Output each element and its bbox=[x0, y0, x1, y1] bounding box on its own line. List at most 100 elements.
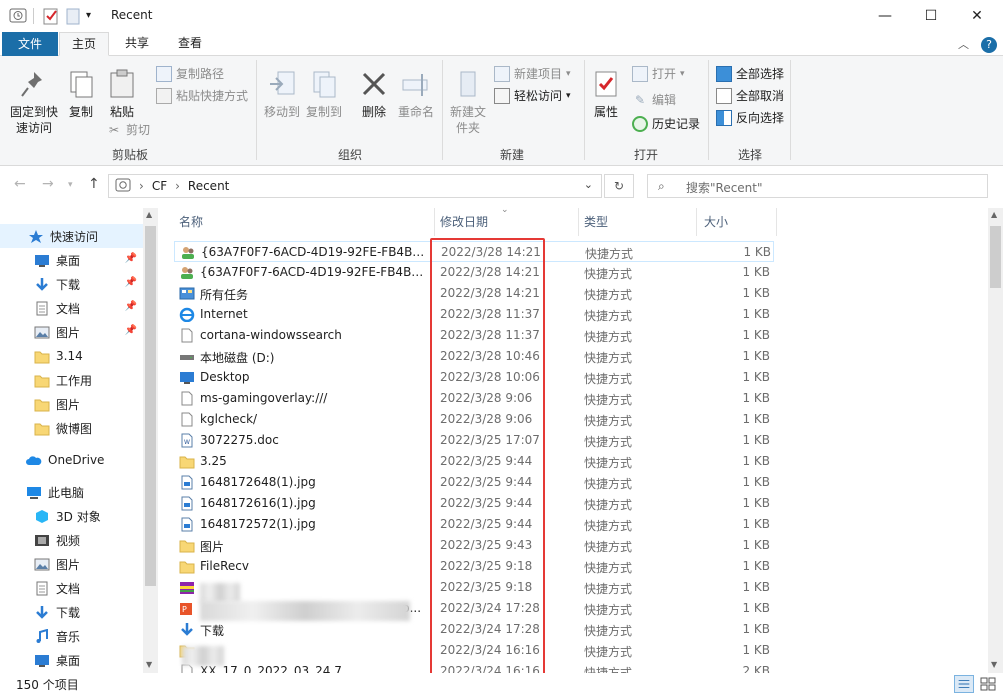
nav-item-label: 3D 对象 bbox=[56, 509, 101, 524]
select-none-button[interactable]: 全部取消 bbox=[716, 86, 784, 106]
file-size: 1 KB bbox=[742, 580, 770, 594]
up-arrow-icon[interactable]: ↑ bbox=[88, 176, 100, 192]
edit-button[interactable]: ✎ 编辑 bbox=[632, 90, 676, 110]
nav-item[interactable]: 音乐 bbox=[0, 624, 143, 648]
scroll-down-arrow-icon[interactable]: ▼ bbox=[146, 660, 152, 669]
collapse-ribbon-chevron-icon[interactable]: ︿ bbox=[958, 36, 969, 52]
sort-descending-chevron-icon: ⌄ bbox=[501, 208, 509, 215]
help-icon[interactable]: ? bbox=[981, 37, 997, 53]
search-box[interactable]: ⌕ 搜索"Recent" bbox=[647, 174, 988, 198]
file-name: FileRecv bbox=[200, 559, 249, 573]
nav-item-label: 微博图 bbox=[56, 421, 93, 436]
tab-share[interactable]: 共享 bbox=[114, 32, 160, 56]
address-bar[interactable]: › CF › Recent ⌄ bbox=[108, 174, 602, 198]
breadcrumb-cf[interactable]: CF bbox=[152, 179, 167, 193]
close-button[interactable]: ✕ bbox=[954, 0, 1000, 32]
nav-item[interactable]: 3.14 bbox=[0, 344, 143, 368]
properties-button[interactable]: 属性 bbox=[588, 68, 624, 120]
invert-selection-button[interactable]: 反向选择 bbox=[716, 108, 784, 128]
download-icon bbox=[34, 277, 50, 291]
scroll-up-arrow-icon[interactable]: ▲ bbox=[991, 210, 997, 219]
breadcrumb-recent[interactable]: Recent bbox=[188, 179, 229, 193]
file-list-scrollbar-thumb[interactable] bbox=[990, 226, 1001, 288]
nav-item[interactable]: 工作用 bbox=[0, 368, 143, 392]
details-view-icon[interactable] bbox=[954, 675, 974, 693]
address-history-chevron-icon[interactable]: ⌄ bbox=[584, 178, 593, 191]
column-header-size[interactable]: 大小 bbox=[704, 213, 728, 230]
nav-item[interactable]: 图片 bbox=[0, 392, 143, 416]
new-item-label: 新建项目 bbox=[514, 67, 563, 81]
copy-button[interactable]: 复制 bbox=[64, 68, 98, 120]
qa-separator bbox=[33, 8, 34, 24]
select-all-label: 全部选择 bbox=[736, 67, 785, 81]
nav-scrollbar[interactable]: ▲ ▼ bbox=[143, 208, 158, 673]
select-all-button[interactable]: 全部选择 bbox=[716, 64, 784, 84]
cut-button[interactable]: ✂ 剪切 bbox=[106, 120, 150, 140]
tab-view[interactable]: 查看 bbox=[167, 32, 213, 56]
image-file-icon bbox=[179, 475, 195, 490]
nav-item-label: 桌面 bbox=[56, 653, 81, 668]
file-list-scrollbar[interactable]: ▲ ▼ bbox=[988, 208, 1003, 673]
nav-item[interactable]: 桌面 📌 bbox=[0, 248, 143, 272]
scroll-up-arrow-icon[interactable]: ▲ bbox=[146, 210, 152, 219]
breadcrumb-separator: › bbox=[139, 179, 144, 193]
column-header-type[interactable]: 类型 bbox=[584, 213, 608, 230]
move-to-button[interactable]: 移动到 bbox=[262, 68, 302, 120]
nav-item[interactable]: 下载 bbox=[0, 600, 143, 624]
nav-item[interactable]: 文档 bbox=[0, 576, 143, 600]
scroll-down-arrow-icon[interactable]: ▼ bbox=[991, 660, 997, 669]
column-divider[interactable] bbox=[434, 208, 435, 236]
file-name: kglcheck/ bbox=[200, 412, 258, 426]
nav-item[interactable]: 微博图 bbox=[0, 416, 143, 440]
customize-qa-chevron-icon[interactable]: ▾ bbox=[86, 10, 91, 30]
back-arrow-icon[interactable]: ← bbox=[14, 176, 26, 192]
tab-file[interactable]: 文件 bbox=[2, 32, 58, 56]
paste-button[interactable]: 粘贴 bbox=[104, 68, 140, 120]
copy-path-button[interactable]: 复制路径 bbox=[156, 64, 224, 84]
delete-button[interactable]: 删除 bbox=[354, 68, 394, 120]
column-header-date[interactable]: 修改日期 bbox=[440, 213, 488, 230]
nav-item[interactable]: 文档 📌 bbox=[0, 296, 143, 320]
pin-quick-access-button[interactable]: 固定到快速访问 bbox=[6, 68, 62, 136]
refresh-button[interactable]: ↻ bbox=[604, 174, 634, 198]
nav-item[interactable]: 图片 📌 bbox=[0, 320, 143, 344]
nav-item[interactable]: 桌面 bbox=[0, 648, 143, 672]
properties-quick-icon[interactable] bbox=[42, 6, 60, 26]
status-bar: 150 个项目 bbox=[0, 673, 1003, 697]
nav-item[interactable]: 视频 bbox=[0, 528, 143, 552]
tab-home[interactable]: 主页 bbox=[59, 32, 109, 56]
column-header-name[interactable]: 名称 bbox=[179, 213, 203, 230]
rename-button[interactable]: 重命名 bbox=[396, 68, 436, 120]
maximize-button[interactable]: ☐ bbox=[908, 0, 954, 32]
scissors-icon: ✂ bbox=[108, 123, 120, 137]
column-divider[interactable] bbox=[696, 208, 697, 236]
file-type: 快捷方式 bbox=[584, 519, 633, 533]
forward-arrow-icon[interactable]: → bbox=[42, 176, 54, 192]
new-folder-button[interactable]: 新建文件夹 bbox=[448, 68, 488, 136]
search-placeholder: 搜索"Recent" bbox=[686, 181, 763, 195]
new-item-button[interactable]: 新建项目 ▾ bbox=[494, 64, 571, 84]
history-button[interactable]: 历史记录 bbox=[632, 114, 700, 134]
nav-item[interactable]: 快速访问 bbox=[0, 224, 143, 248]
open-button[interactable]: 打开 ▾ bbox=[632, 64, 685, 84]
copy-label: 复制 bbox=[68, 105, 93, 119]
delete-x-icon bbox=[362, 72, 386, 96]
nav-item[interactable]: 此电脑 bbox=[0, 480, 143, 504]
minimize-button[interactable]: — bbox=[862, 0, 908, 32]
nav-item[interactable]: 3D 对象 bbox=[0, 504, 143, 528]
nav-scrollbar-thumb[interactable] bbox=[145, 226, 156, 586]
pinned-pin-icon: 📌 bbox=[124, 301, 137, 312]
file-size: 1 KB bbox=[742, 601, 770, 615]
column-divider[interactable] bbox=[776, 208, 777, 236]
paste-shortcut-button[interactable]: 粘贴快捷方式 bbox=[156, 86, 248, 106]
nav-item[interactable]: OneDrive bbox=[0, 448, 143, 472]
recent-locations-chevron-icon[interactable]: ▾ bbox=[68, 180, 73, 190]
copy-to-button[interactable]: 复制到 bbox=[304, 68, 344, 120]
nav-item[interactable]: 图片 bbox=[0, 552, 143, 576]
group-divider bbox=[708, 60, 709, 160]
new-folder-quick-icon[interactable] bbox=[65, 6, 81, 26]
large-icons-view-icon[interactable] bbox=[978, 675, 998, 693]
nav-item[interactable]: 下载 📌 bbox=[0, 272, 143, 296]
easy-access-button[interactable]: 轻松访问 ▾ bbox=[494, 86, 571, 106]
column-divider[interactable] bbox=[578, 208, 579, 236]
